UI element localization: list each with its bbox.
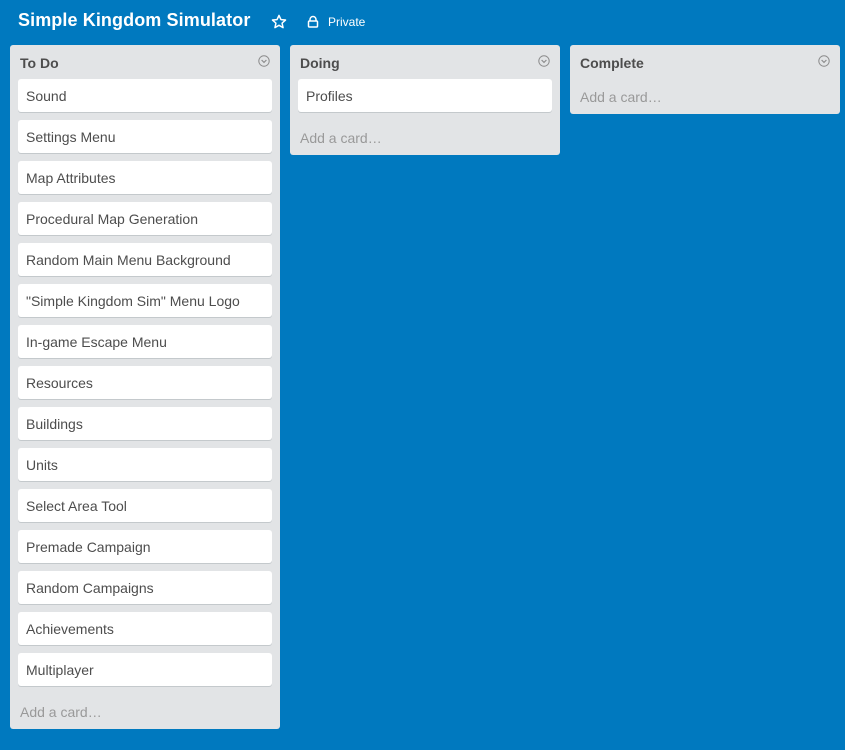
card-sound[interactable]: Sound xyxy=(18,79,272,112)
list-header: Complete xyxy=(570,45,840,79)
card-map-attributes[interactable]: Map Attributes xyxy=(18,161,272,194)
add-card-button[interactable]: Add a card… xyxy=(300,130,382,146)
lock-icon xyxy=(307,15,319,28)
star-icon xyxy=(271,14,287,29)
list-header: Doing xyxy=(290,45,560,79)
card-premade-campaign[interactable]: Premade Campaign xyxy=(18,530,272,563)
card-random-main-menu-background[interactable]: Random Main Menu Background xyxy=(18,243,272,276)
list-to-do: To Do Sound Settings Menu Map Attributes… xyxy=(10,45,280,729)
card-achievements[interactable]: Achievements xyxy=(18,612,272,645)
privacy-label: Private xyxy=(328,15,366,29)
card-settings-menu[interactable]: Settings Menu xyxy=(18,120,272,153)
add-card-button[interactable]: Add a card… xyxy=(580,89,662,105)
card-random-campaigns[interactable]: Random Campaigns xyxy=(18,571,272,604)
card-select-area-tool[interactable]: Select Area Tool xyxy=(18,489,272,522)
card-list: Sound Settings Menu Map Attributes Proce… xyxy=(10,79,280,686)
list-complete: Complete Add a card… xyxy=(570,45,840,114)
privacy-button[interactable]: Private xyxy=(306,13,365,31)
list-title[interactable]: To Do xyxy=(20,55,59,71)
card-profiles[interactable]: Profiles xyxy=(298,79,552,112)
add-card-button[interactable]: Add a card… xyxy=(20,704,102,720)
chevron-down-circle-icon[interactable] xyxy=(818,55,830,67)
chevron-down-circle-icon[interactable] xyxy=(258,55,270,67)
card-in-game-escape-menu[interactable]: In-game Escape Menu xyxy=(18,325,272,358)
card-resources[interactable]: Resources xyxy=(18,366,272,399)
card-menu-logo[interactable]: "Simple Kingdom Sim" Menu Logo xyxy=(18,284,272,317)
card-multiplayer[interactable]: Multiplayer xyxy=(18,653,272,686)
card-procedural-map-generation[interactable]: Procedural Map Generation xyxy=(18,202,272,235)
chevron-down-circle-icon[interactable] xyxy=(538,55,550,67)
board-header: Simple Kingdom Simulator Private xyxy=(0,0,845,44)
card-buildings[interactable]: Buildings xyxy=(18,407,272,440)
board-title[interactable]: Simple Kingdom Simulator xyxy=(18,10,250,31)
card-units[interactable]: Units xyxy=(18,448,272,481)
list-title[interactable]: Complete xyxy=(580,55,644,71)
card-list: Profiles xyxy=(290,79,560,112)
list-title[interactable]: Doing xyxy=(300,55,340,71)
star-board-button[interactable] xyxy=(270,13,288,31)
list-doing: Doing Profiles Add a card… xyxy=(290,45,560,155)
list-header: To Do xyxy=(10,45,280,79)
